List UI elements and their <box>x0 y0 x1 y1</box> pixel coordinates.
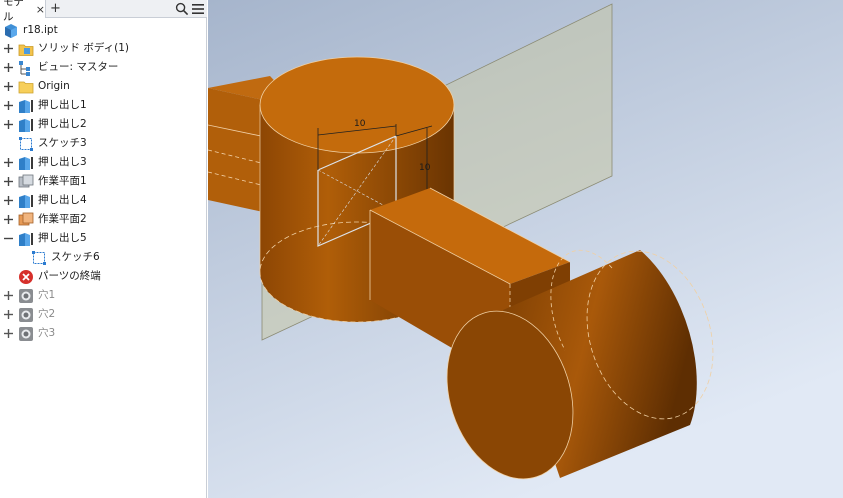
tree-item-extrusion-2[interactable]: 押し出し2 <box>4 115 87 134</box>
tree-item-label: 作業平面1 <box>38 175 87 187</box>
dimension-horizontal[interactable]: 10 <box>354 119 366 129</box>
expand-plus-icon[interactable] <box>4 215 13 224</box>
extrude-icon <box>19 99 33 113</box>
tree-item-hole-2[interactable]: 穴2 <box>4 305 56 324</box>
tree-item-label: 押し出し5 <box>38 232 87 244</box>
collapse-minus-icon[interactable] <box>4 234 13 243</box>
tree-item-end-of-part[interactable]: パーツの終端 <box>18 267 101 286</box>
tree-item-work-plane-2[interactable]: 作業平面2 <box>4 210 87 229</box>
expand-plus-icon[interactable] <box>4 120 13 129</box>
model-browser-panel: モデル × + r18.ipt ソリッド ボディ(1) ビュー: マスター Or… <box>0 0 207 498</box>
folder-icon <box>18 81 34 93</box>
tree-item-label: 穴3 <box>38 327 56 339</box>
solid-bodies-folder-icon <box>18 44 34 56</box>
tree-item-label: 押し出し1 <box>38 99 87 111</box>
work-plane-icon <box>18 174 34 187</box>
tree-item-label: ソリッド ボディ(1) <box>38 42 129 54</box>
expand-plus-icon[interactable] <box>4 291 13 300</box>
expand-plus-icon[interactable] <box>4 63 13 72</box>
extrude-icon <box>19 156 33 170</box>
tree-item-label: スケッチ3 <box>38 137 87 149</box>
hole-icon <box>19 326 33 341</box>
tree-item-extrusion-1[interactable]: 押し出し1 <box>4 96 87 115</box>
tree-item-label: スケッチ6 <box>51 251 100 263</box>
tree-item-sketch-6[interactable]: スケッチ6 <box>31 248 100 267</box>
tree-item-origin[interactable]: Origin <box>4 77 70 96</box>
search-icon[interactable] <box>175 2 189 16</box>
tree-item-view-master[interactable]: ビュー: マスター <box>4 58 119 77</box>
tree-item-hole-3[interactable]: 穴3 <box>4 324 56 343</box>
tree-root-part[interactable]: r18.ipt <box>3 21 58 40</box>
graphics-viewport[interactable]: 10 10 <box>208 0 843 498</box>
tree-item-extrusion-4[interactable]: 押し出し4 <box>4 191 87 210</box>
hole-icon <box>19 288 33 303</box>
tree-item-label: 穴2 <box>38 308 56 320</box>
extrude-icon <box>19 194 33 208</box>
tree-item-work-plane-1[interactable]: 作業平面1 <box>4 172 87 191</box>
tree-item-label: 押し出し2 <box>38 118 87 130</box>
extrude-icon <box>19 118 33 132</box>
part-icon <box>5 23 17 38</box>
add-tab-button[interactable]: + <box>50 1 61 17</box>
tree-item-solid-bodies[interactable]: ソリッド ボディ(1) <box>4 39 129 58</box>
expand-plus-icon[interactable] <box>4 101 13 110</box>
view-representation-icon <box>19 60 30 76</box>
work-plane-icon <box>18 212 34 225</box>
tab-close-icon[interactable]: × <box>36 3 45 16</box>
hamburger-menu-icon[interactable] <box>192 3 204 15</box>
expand-plus-icon[interactable] <box>4 158 13 167</box>
tree-item-label: パーツの終端 <box>38 270 101 282</box>
tree-item-hole-1[interactable]: 穴1 <box>4 286 56 305</box>
tree-item-label: 押し出し3 <box>38 156 87 168</box>
expand-plus-icon[interactable] <box>4 177 13 186</box>
hole-icon <box>19 307 33 322</box>
dimension-vertical[interactable]: 10 <box>419 163 431 173</box>
tree-item-label: 押し出し4 <box>38 194 87 206</box>
end-of-part-icon <box>19 269 33 284</box>
tree-item-sketch-3[interactable]: スケッチ3 <box>18 134 87 153</box>
tree-item-label: ビュー: マスター <box>38 61 119 73</box>
extrude-icon <box>19 232 33 246</box>
expand-plus-icon[interactable] <box>4 44 13 53</box>
sketch-icon <box>32 250 46 265</box>
expand-plus-icon[interactable] <box>4 310 13 319</box>
expand-plus-icon[interactable] <box>4 196 13 205</box>
tree-item-extrusion-5[interactable]: 押し出し5 <box>4 229 87 248</box>
tree-item-extrusion-3[interactable]: 押し出し3 <box>4 153 87 172</box>
tree-item-label: 作業平面2 <box>38 213 87 225</box>
tree-root-label: r18.ipt <box>23 24 58 36</box>
browser-tab-bar: モデル × + <box>0 0 207 23</box>
expand-plus-icon[interactable] <box>4 82 13 91</box>
tab-model[interactable]: モデル × <box>0 0 46 23</box>
sketch-icon <box>19 136 33 151</box>
tree-item-label: Origin <box>38 80 70 92</box>
expand-plus-icon[interactable] <box>4 329 13 338</box>
tree-item-label: 穴1 <box>38 289 56 301</box>
